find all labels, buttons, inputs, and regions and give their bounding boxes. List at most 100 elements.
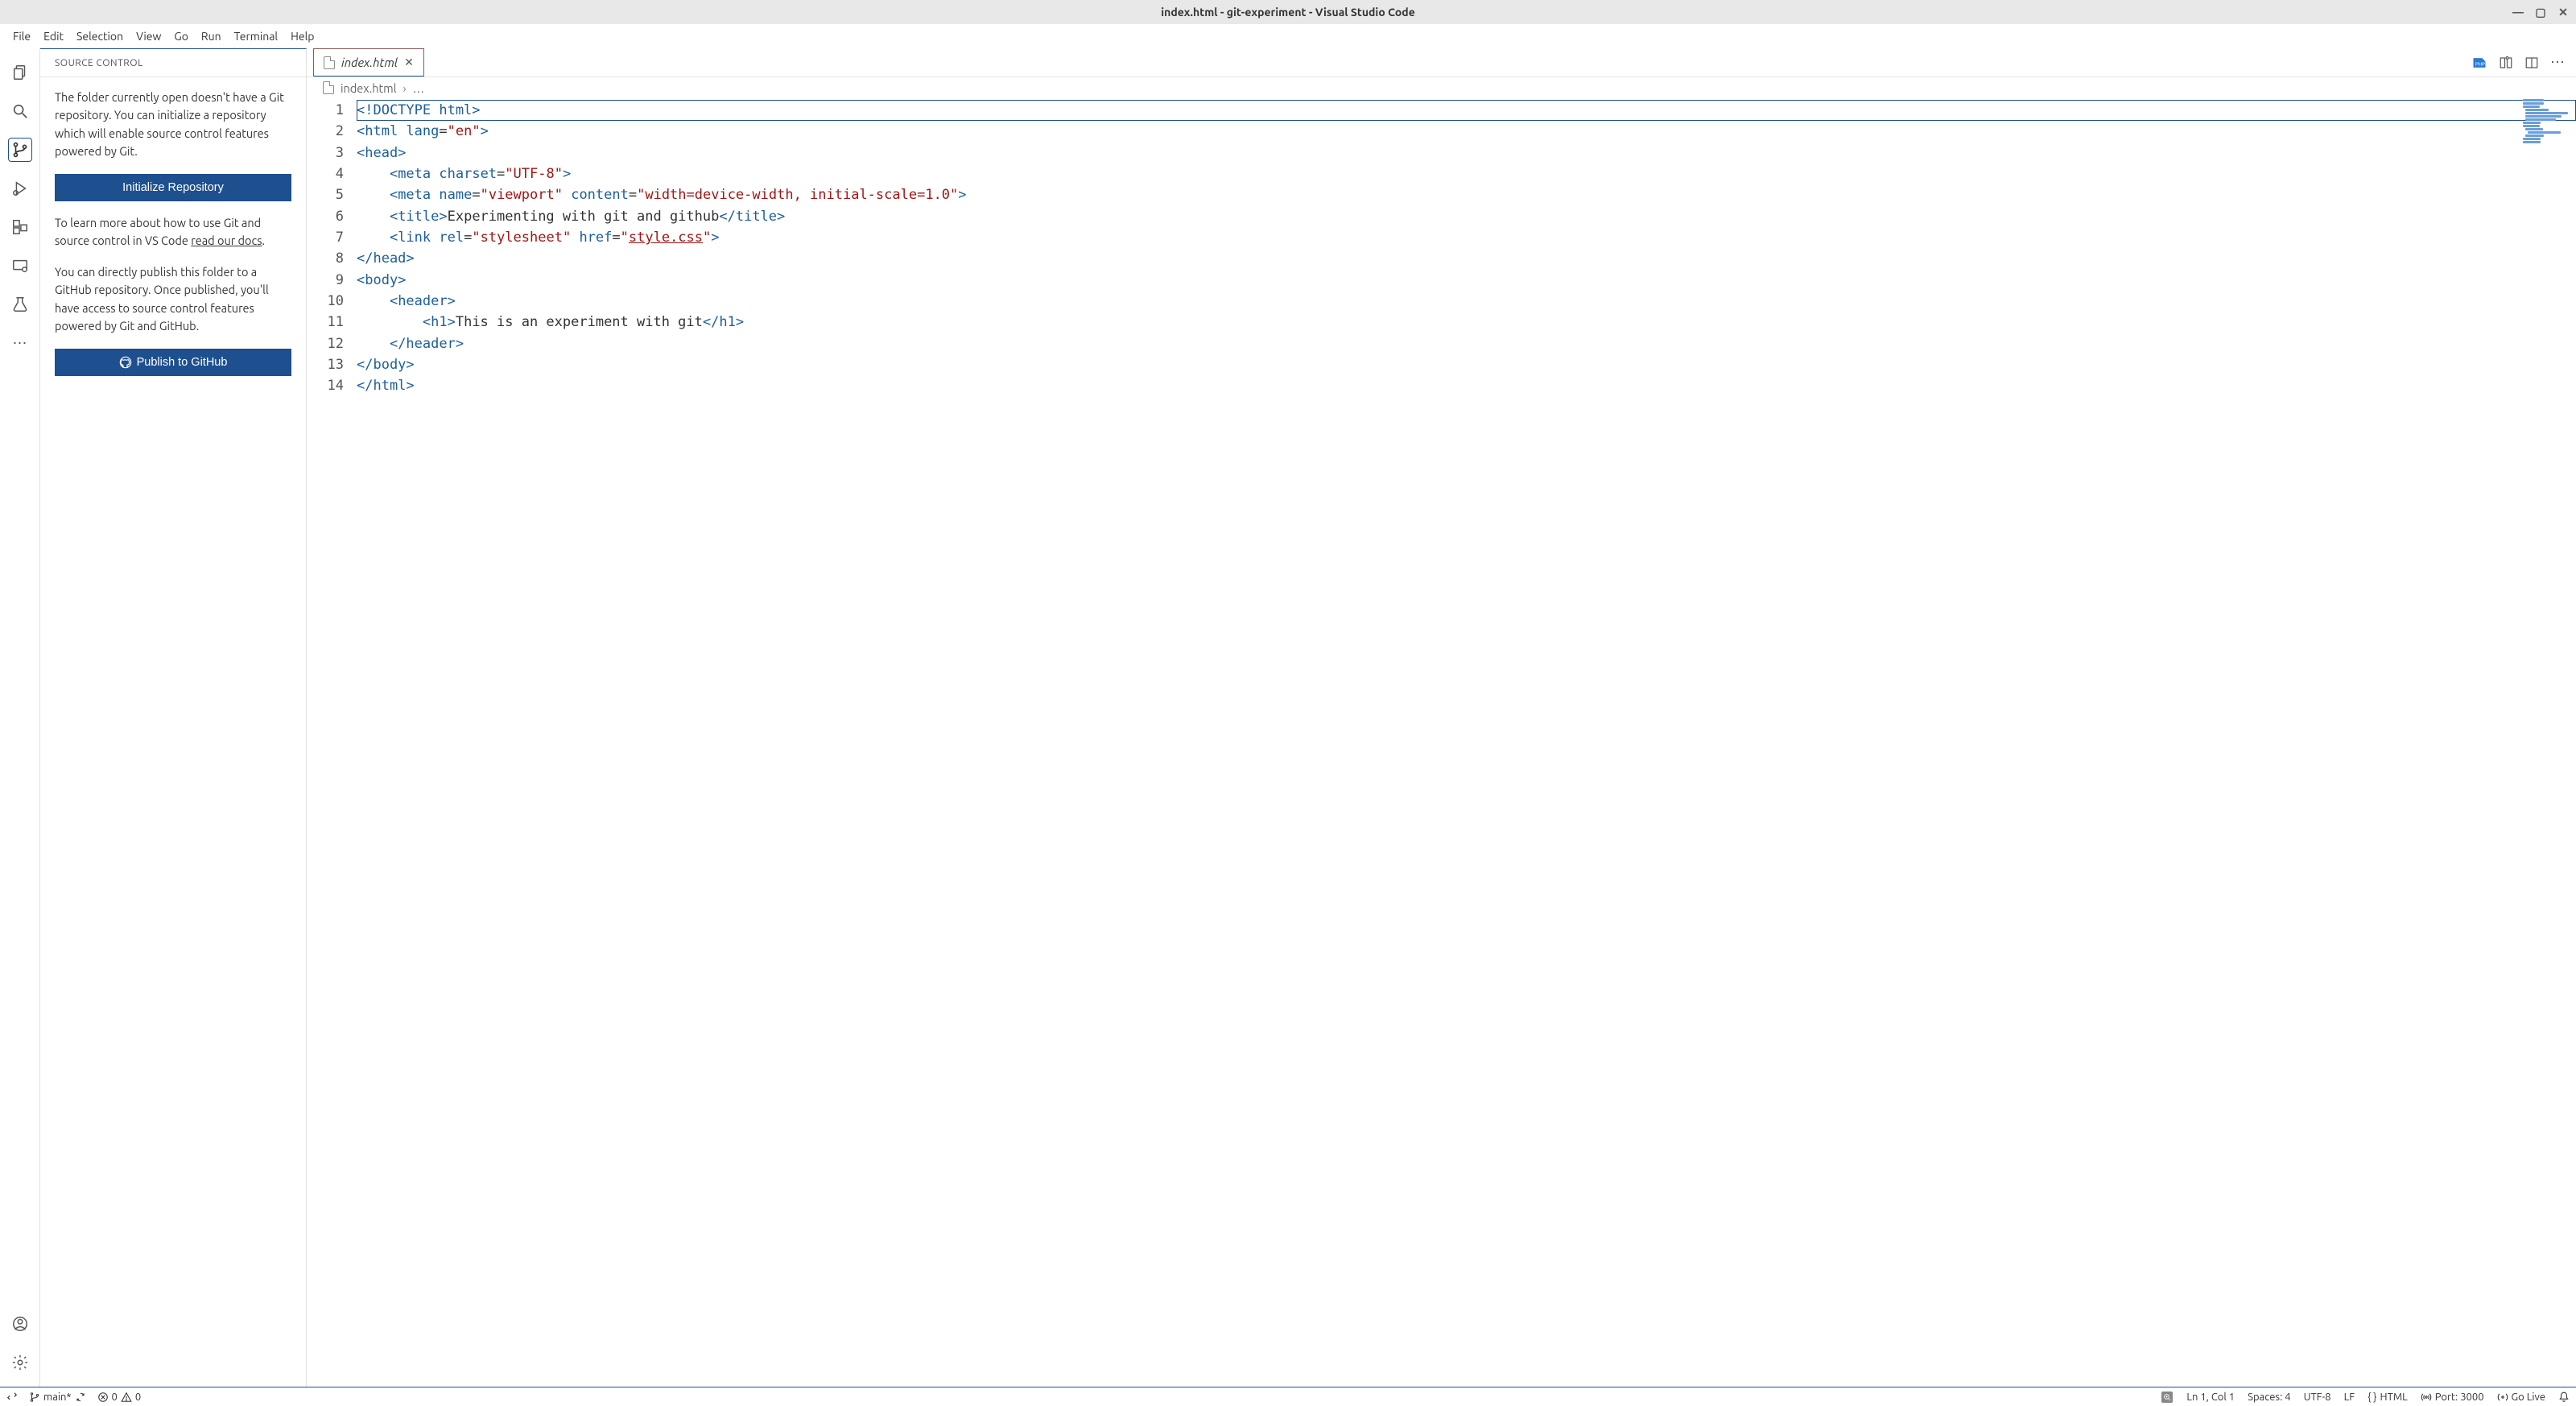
cursor-position[interactable]: Ln 1, Col 1 bbox=[2186, 1392, 2235, 1403]
play-bug-icon bbox=[11, 180, 29, 197]
tab-close-button[interactable]: ✕ bbox=[404, 56, 414, 69]
code-line[interactable]: <head> bbox=[357, 143, 2576, 163]
branch-indicator[interactable]: main* bbox=[29, 1392, 86, 1403]
sidebar-paragraph-2: To learn more about how to use Git and s… bbox=[55, 214, 291, 250]
remote-icon bbox=[11, 257, 29, 275]
menu-view[interactable]: View bbox=[130, 27, 167, 46]
menubar: FileEditSelectionViewGoRunTerminalHelp bbox=[0, 24, 2576, 48]
problems-indicator[interactable]: 0 0 bbox=[97, 1392, 142, 1403]
sidebar: SOURCE CONTROL The folder currently open… bbox=[40, 48, 307, 1387]
search-tab[interactable] bbox=[0, 92, 39, 130]
broadcast-icon bbox=[2497, 1392, 2508, 1403]
branch-icon bbox=[29, 1392, 40, 1403]
tab-bar: index.html ✕ PHP ⋯ bbox=[307, 48, 2576, 77]
encoding[interactable]: UTF-8 bbox=[2304, 1392, 2331, 1403]
eol[interactable]: LF bbox=[2344, 1392, 2355, 1403]
svg-text:PHP: PHP bbox=[2475, 62, 2485, 67]
breadcrumb[interactable]: index.html › … bbox=[307, 77, 2576, 98]
code-line[interactable]: <!DOCTYPE html> bbox=[357, 100, 2576, 121]
menu-selection[interactable]: Selection bbox=[70, 27, 130, 46]
code-line[interactable]: <h1>This is an experiment with git</h1> bbox=[357, 312, 2576, 333]
code-content[interactable]: <!DOCTYPE html><html lang="en"><head> <m… bbox=[352, 98, 2576, 1387]
menu-edit[interactable]: Edit bbox=[37, 27, 70, 46]
tab-index-html[interactable]: index.html ✕ bbox=[313, 48, 424, 77]
remote-tab[interactable] bbox=[0, 246, 39, 285]
read-docs-link[interactable]: read our docs bbox=[191, 234, 262, 247]
menu-go[interactable]: Go bbox=[167, 27, 194, 46]
status-bar: main* 0 0 Ln 1, Col 1 Spaces: 4 UTF-8 LF… bbox=[0, 1387, 2576, 1406]
file-icon bbox=[323, 81, 334, 94]
more-tab[interactable]: ⋯ bbox=[0, 324, 39, 362]
run-debug-tab[interactable] bbox=[0, 169, 39, 208]
split-editor-button[interactable] bbox=[2524, 56, 2539, 70]
indentation[interactable]: Spaces: 4 bbox=[2248, 1392, 2290, 1403]
code-line[interactable]: <header> bbox=[357, 291, 2576, 312]
code-line[interactable]: <meta name="viewport" content="width=dev… bbox=[357, 184, 2576, 205]
chevron-right-icon: › bbox=[403, 81, 407, 95]
compare-button[interactable] bbox=[2499, 56, 2513, 70]
feedback-button[interactable] bbox=[2161, 1392, 2174, 1403]
menu-help[interactable]: Help bbox=[284, 27, 320, 46]
accounts-button[interactable] bbox=[0, 1305, 39, 1343]
window-title: index.html - git-experiment - Visual Stu… bbox=[1161, 6, 1415, 19]
git-branch-icon bbox=[11, 141, 29, 159]
diff-icon bbox=[2499, 56, 2513, 70]
publish-to-github-button[interactable]: Publish to GitHub bbox=[55, 349, 291, 376]
php-icon: PHP bbox=[2471, 56, 2487, 70]
code-line[interactable]: </body> bbox=[357, 354, 2576, 375]
editor-more-button[interactable]: ⋯ bbox=[2550, 54, 2565, 71]
gear-icon bbox=[11, 1354, 29, 1371]
window-titlebar: index.html - git-experiment - Visual Stu… bbox=[0, 0, 2576, 24]
code-line[interactable]: </html> bbox=[357, 375, 2576, 396]
minimap[interactable] bbox=[2520, 98, 2576, 1387]
ellipsis-icon: ⋯ bbox=[13, 335, 27, 352]
beaker-icon bbox=[11, 296, 29, 313]
explorer-tab[interactable] bbox=[0, 53, 39, 92]
php-button[interactable]: PHP bbox=[2471, 56, 2487, 70]
files-icon bbox=[11, 64, 29, 81]
go-live-button[interactable]: Go Live bbox=[2497, 1392, 2545, 1403]
file-icon bbox=[324, 56, 335, 69]
menu-run[interactable]: Run bbox=[195, 27, 228, 46]
remote-indicator[interactable] bbox=[6, 1392, 18, 1403]
remote-status-icon bbox=[6, 1392, 18, 1403]
sidebar-paragraph-1: The folder currently open doesn't have a… bbox=[55, 89, 291, 161]
search-icon bbox=[11, 102, 29, 120]
close-window-button[interactable]: ✕ bbox=[2557, 6, 2570, 19]
sidebar-title: SOURCE CONTROL bbox=[40, 49, 306, 77]
code-line[interactable]: <body> bbox=[357, 270, 2576, 291]
activity-bar: ⋯ bbox=[0, 48, 40, 1387]
account-icon bbox=[11, 1315, 29, 1333]
line-number-gutter: 1234567891011121314 bbox=[307, 98, 352, 1387]
sync-icon bbox=[75, 1392, 86, 1403]
sidebar-paragraph-3: You can directly publish this folder to … bbox=[55, 263, 291, 336]
extensions-tab[interactable] bbox=[0, 208, 39, 246]
code-line[interactable]: </header> bbox=[357, 333, 2576, 354]
split-icon bbox=[2524, 56, 2539, 70]
minimize-button[interactable]: — bbox=[2512, 6, 2524, 19]
code-line[interactable]: <meta charset="UTF-8"> bbox=[357, 163, 2576, 184]
language-mode[interactable]: { } HTML bbox=[2368, 1392, 2408, 1403]
tab-label: index.html bbox=[341, 56, 398, 69]
code-line[interactable]: </head> bbox=[357, 248, 2576, 269]
menu-terminal[interactable]: Terminal bbox=[228, 27, 285, 46]
testing-tab[interactable] bbox=[0, 285, 39, 324]
extensions-icon bbox=[11, 218, 29, 236]
code-line[interactable]: <title>Experimenting with git and github… bbox=[357, 206, 2576, 227]
source-control-tab[interactable] bbox=[0, 130, 39, 169]
bell-icon bbox=[2558, 1392, 2570, 1403]
breadcrumb-ellipsis: … bbox=[413, 81, 424, 95]
code-line[interactable]: <link rel="stylesheet" href="style.css"> bbox=[357, 227, 2576, 248]
notifications-button[interactable] bbox=[2558, 1392, 2570, 1403]
port-indicator[interactable]: Port: 3000 bbox=[2421, 1392, 2484, 1403]
code-line[interactable]: <html lang="en"> bbox=[357, 121, 2576, 142]
menu-file[interactable]: File bbox=[6, 27, 37, 46]
warning-icon bbox=[121, 1392, 132, 1403]
settings-button[interactable] bbox=[0, 1343, 39, 1382]
broadcast-icon bbox=[2421, 1392, 2432, 1403]
error-icon bbox=[97, 1392, 109, 1403]
initialize-repository-button[interactable]: Initialize Repository bbox=[55, 174, 291, 201]
editor: index.html ✕ PHP ⋯ index.html › … bbox=[307, 48, 2576, 1387]
maximize-button[interactable]: ▢ bbox=[2534, 6, 2547, 19]
github-icon bbox=[119, 356, 132, 369]
